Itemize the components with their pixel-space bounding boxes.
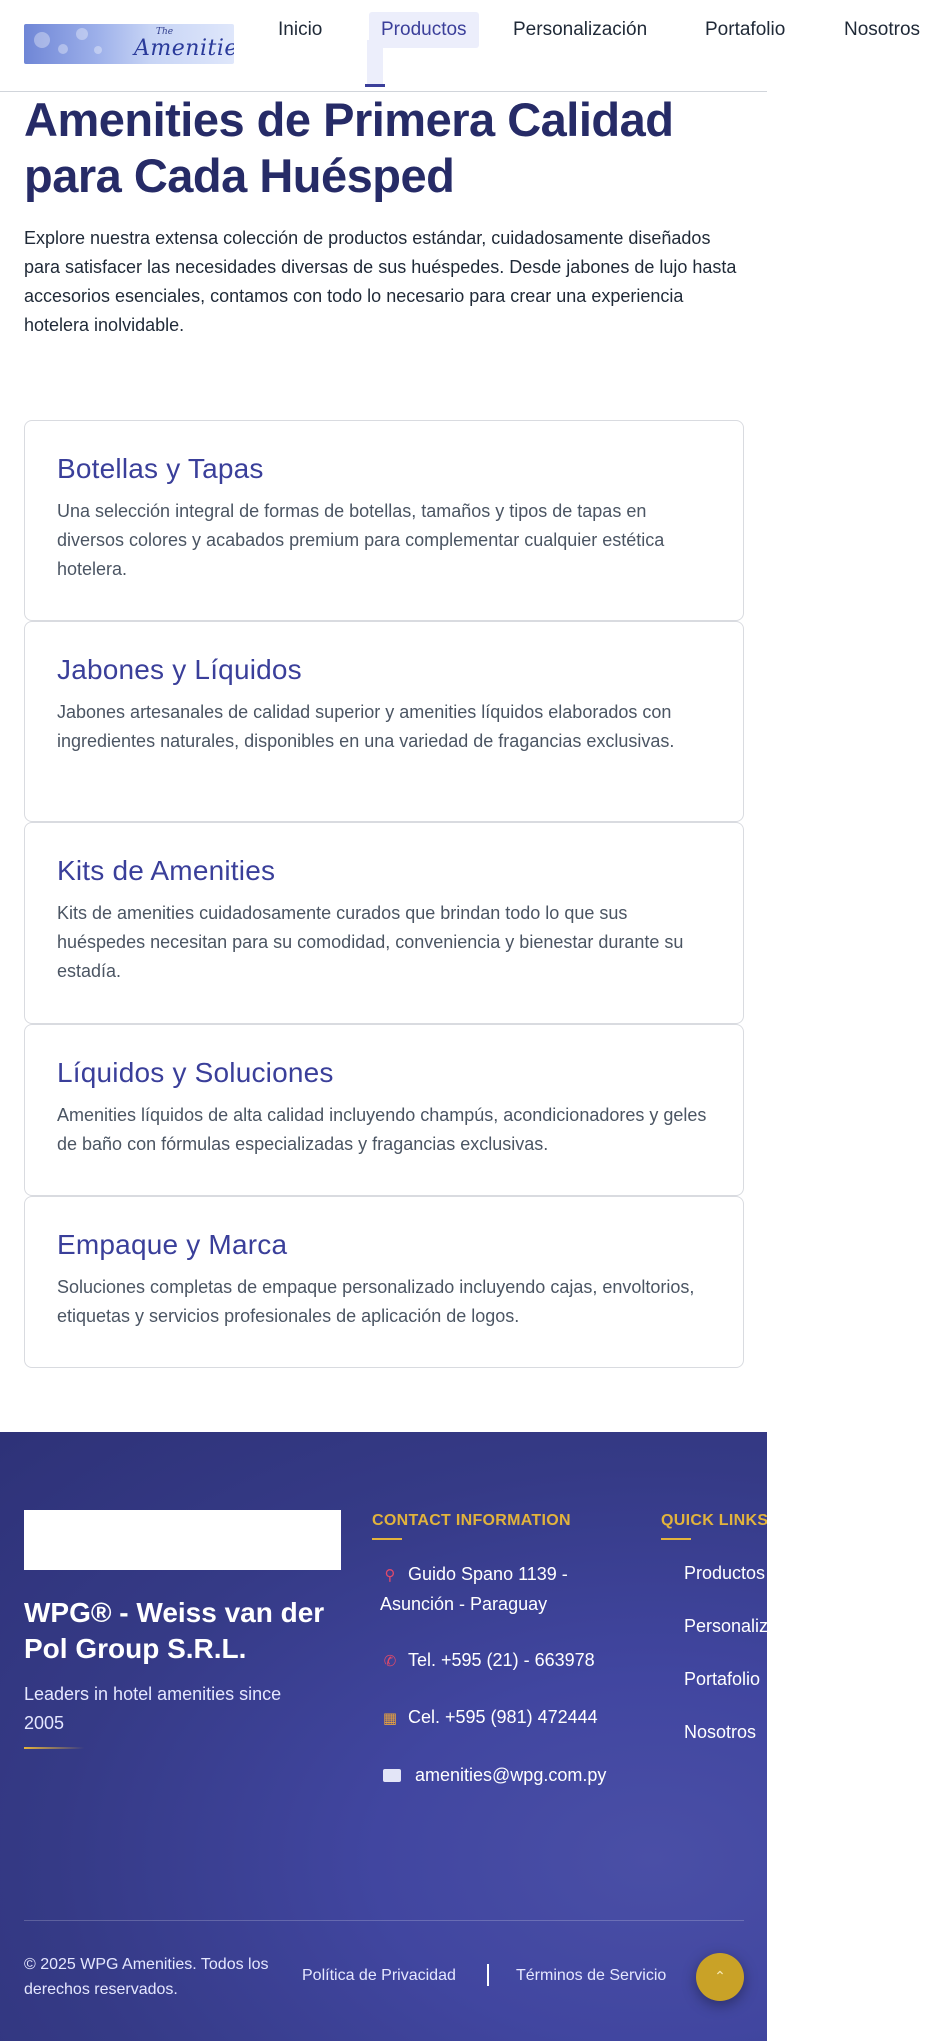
nav-item-portafolio[interactable]: Portafolio [705, 12, 785, 48]
footer-logo [24, 1510, 341, 1570]
nav-item-productos[interactable]: Productos [369, 12, 479, 48]
category-card-empaque[interactable]: Empaque y Marca Soluciones completas de … [24, 1196, 744, 1368]
nav-active-underline [365, 84, 385, 87]
category-description: Kits de amenities cuidadosamente curados… [57, 903, 684, 981]
mobile-phone-icon: ▦ [382, 1710, 398, 1727]
phone-icon: ✆ [383, 1653, 397, 1670]
category-title: Empaque y Marca [57, 1229, 288, 1260]
company-tagline: Leaders in hotel amenities since 2005 [24, 1684, 282, 1733]
category-card-jabones[interactable]: Jabones y Líquidos Jabones artesanales d… [24, 621, 744, 822]
privacy-policy-link[interactable]: Política de Privacidad [302, 1967, 456, 1985]
phone-text: Tel. +595 (21) - 663978 [408, 1650, 595, 1670]
quick-links-heading-rule [661, 1538, 691, 1540]
footer-link-nosotros[interactable]: Nosotros [684, 1722, 756, 1743]
logo-text: Amenities [134, 36, 234, 61]
footer-divider [24, 1920, 744, 1921]
category-description: Jabones artesanales de calidad superior … [57, 702, 675, 751]
logo-bubble [34, 32, 50, 48]
category-description: Amenities líquidos de alta calidad inclu… [57, 1105, 707, 1154]
site-footer: WPG® - Weiss van der Pol Group S.R.L. Le… [0, 1432, 767, 2041]
copyright-text: © 2025 WPG Amenities. Todos los derechos… [24, 1956, 269, 1998]
contact-address: ⚲ Guido Spano 1139 - Asunción - Paraguay [380, 1560, 640, 1619]
category-description: Soluciones completas de empaque personal… [57, 1277, 695, 1326]
category-card-botellas[interactable]: Botellas y Tapas Una selección integral … [24, 420, 744, 621]
map-pin-icon: ⚲ [384, 1567, 396, 1584]
quick-links-heading: QUICK LINKS [661, 1512, 767, 1529]
category-title: Botellas y Tapas [57, 453, 264, 484]
terms-of-service-link[interactable]: Términos de Servicio [516, 1967, 666, 1985]
logo-bubble [94, 46, 102, 54]
logo-bubble [58, 44, 68, 54]
contact-heading: CONTACT INFORMATION [372, 1512, 571, 1529]
footer-link-portafolio[interactable]: Portafolio [684, 1669, 760, 1690]
contact-heading-rule [372, 1538, 402, 1540]
footer-link-productos[interactable]: Productos [684, 1563, 765, 1584]
category-card-liquidos[interactable]: Líquidos y Soluciones Amenities líquidos… [24, 1024, 744, 1196]
company-name: WPG® - Weiss van der Pol Group S.R.L. [24, 1597, 325, 1664]
contact-phone[interactable]: ✆ Tel. +595 (21) - 663978 [380, 1646, 680, 1676]
nav-item-personalizacion[interactable]: Personalización [513, 12, 647, 48]
back-to-top-button[interactable]: ⌃ [696, 1953, 744, 2001]
site-header: The Amenities Inicio Productos Personali… [0, 0, 935, 92]
footer-link-personalizacion[interactable]: Personalización [684, 1616, 767, 1637]
category-title: Líquidos y Soluciones [57, 1057, 334, 1088]
site-logo[interactable]: The Amenities [24, 24, 234, 64]
contact-mobile[interactable]: ▦ Cel. +595 (981) 472444 [380, 1703, 680, 1733]
page-title: Amenities de Primera Calidad para Cada H… [24, 93, 674, 202]
tagline-accent-rule [24, 1747, 84, 1749]
category-title: Kits de Amenities [57, 855, 276, 886]
category-card-kits[interactable]: Kits de Amenities Kits de amenities cuid… [24, 822, 744, 1024]
page-intro: Explore nuestra extensa colección de pro… [24, 228, 737, 335]
category-description: Una selección integral de formas de bote… [57, 501, 665, 579]
legal-links-separator [487, 1964, 489, 1986]
category-title: Jabones y Líquidos [57, 654, 302, 685]
envelope-icon [383, 1769, 401, 1782]
address-text: Guido Spano 1139 - Asunción - Paraguay [380, 1564, 568, 1614]
logo-bubble [76, 28, 88, 40]
chevron-up-icon: ⌃ [714, 1968, 726, 1984]
mobile-text: Cel. +595 (981) 472444 [408, 1707, 598, 1727]
nav-item-nosotros[interactable]: Nosotros [844, 12, 920, 48]
email-text: amenities@wpg.com.py [415, 1765, 607, 1785]
contact-email[interactable]: amenities@wpg.com.py [383, 1761, 703, 1790]
nav-item-inicio[interactable]: Inicio [278, 12, 322, 48]
